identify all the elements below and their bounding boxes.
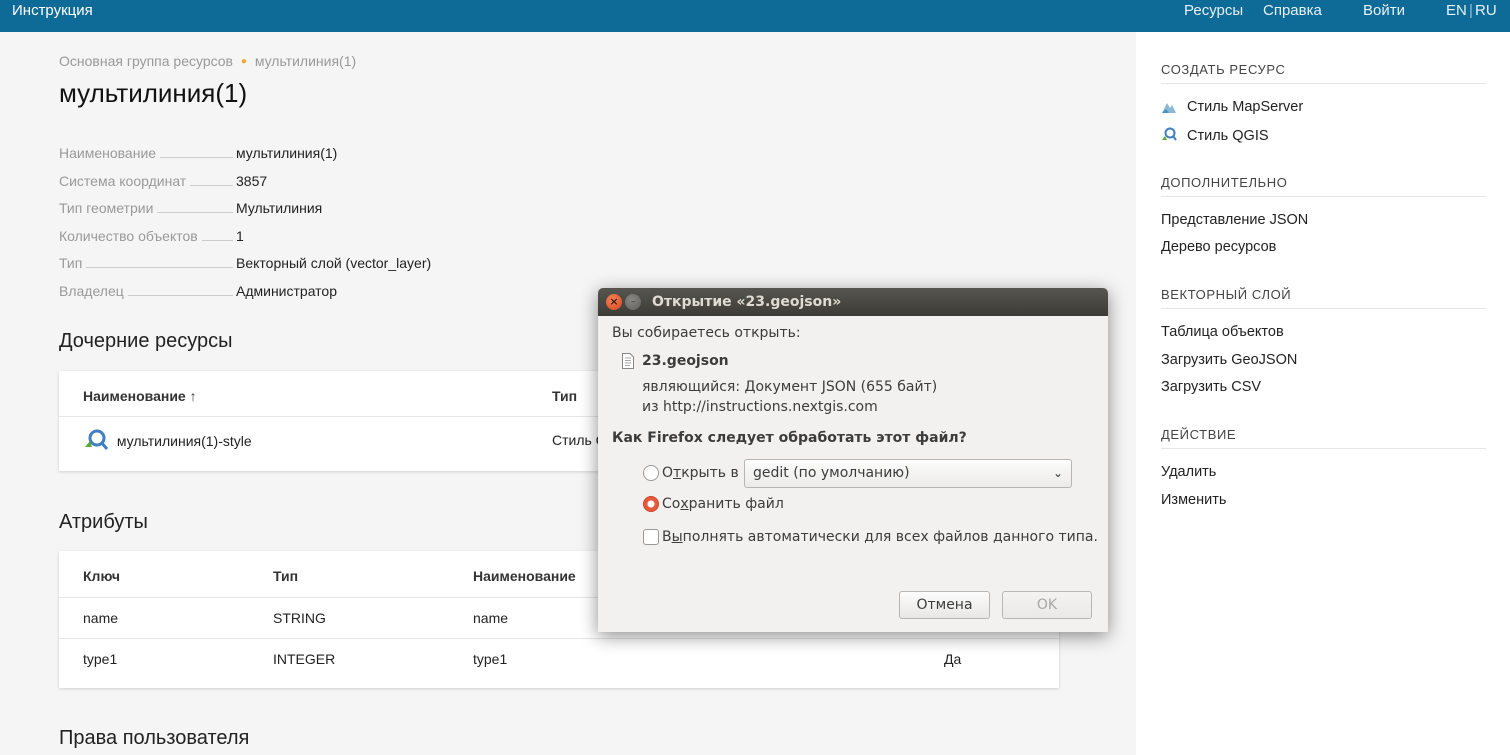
sidebar-heading-extra: ДОПОЛНИТЕЛЬНО [1161,175,1288,190]
dialog-filename: 23.geojson [642,353,729,369]
column-header-type[interactable]: Тип [552,388,577,404]
property-key: Тип [59,255,83,272]
sidebar-item-feature-table[interactable]: Таблица объектов [1161,324,1284,340]
property-row: Владелец Администратор [59,280,559,308]
table-row[interactable]: мультилиния(1)-style [83,429,252,454]
properties-list: Наименование мультилиния(1) Система коор… [59,142,559,308]
property-key: Владелец [59,282,124,299]
lang-separator: | [1469,2,1473,19]
auto-action-checkbox[interactable] [643,529,659,545]
property-value: Администратор [236,282,338,299]
table-cell-type: INTEGER [273,651,336,667]
breadcrumb: Основная группа ресурсов ● мультилиния(1… [59,53,356,69]
table-cell-key: name [83,610,119,626]
top-navbar: Инструкция Ресурсы Справка Войти EN | RU [0,0,1510,32]
open-with-radio[interactable] [643,465,659,481]
column-header-key: Ключ [83,568,120,584]
property-key: Тип геометрии [59,200,154,217]
property-key: Наименование [59,145,157,161]
permissions-heading: Права пользователя [59,727,250,749]
dialog-title: Открытие «23.geojson» [652,294,842,310]
sidebar-item-mapserver-style[interactable]: Стиль MapServer [1161,99,1303,118]
ok-button[interactable]: OK [1002,591,1092,619]
application-select[interactable]: gedit (по умолчанию) ⌄ [744,459,1072,488]
sort-asc-icon: ↑ [189,388,197,404]
column-header-type: Тип [273,568,299,584]
save-file-label[interactable]: Сохранить файл [662,496,784,512]
property-row: Наименование мультилиния(1) [59,142,559,170]
children-heading: Дочерние ресурсы [59,330,233,352]
sidebar: СОЗДАТЬ РЕСУРС Стиль MapServer Стиль QGI… [1136,32,1510,755]
table-cell-flag: Да [944,651,962,667]
column-header-name[interactable]: Наименование ↑ [83,388,197,404]
sidebar-item-json[interactable]: Представление JSON [1161,212,1308,228]
property-value: Векторный слой (vector_layer) [236,255,432,272]
lang-en[interactable]: EN [1446,2,1467,19]
nav-login[interactable]: Войти [1363,2,1405,19]
save-file-radio[interactable] [643,496,659,512]
sidebar-item-qgis-style[interactable]: Стиль QGIS [1161,127,1269,147]
property-row: Тип Векторный слой (vector_layer) [59,252,559,280]
sidebar-item-delete[interactable]: Удалить [1161,464,1216,480]
sidebar-item-upload-geojson[interactable]: Загрузить GeoJSON [1161,352,1297,368]
close-icon[interactable]: × [606,294,622,310]
lang-ru[interactable]: RU [1475,2,1497,19]
property-value: 1 [236,227,244,244]
table-cell-name: type1 [473,651,508,667]
file-icon [622,353,634,373]
sidebar-item-edit[interactable]: Изменить [1161,492,1226,508]
property-value: Мультилиния [236,200,323,217]
property-row: Тип геометрии Мультилиния [59,197,559,225]
nav-help[interactable]: Справка [1263,2,1322,19]
dialog-filetype: являющийся: Документ JSON (655 байт) [642,379,938,395]
breadcrumb-current: мультилиния(1) [254,53,357,69]
property-value: 3857 [236,172,268,189]
column-header-name: Наименование [473,568,576,584]
breadcrumb-dot: ● [240,56,247,67]
sidebar-heading-create: СОЗДАТЬ РЕСУРС [1161,62,1286,77]
qgis-icon [1161,127,1179,147]
nav-resources[interactable]: Ресурсы [1184,2,1243,19]
dialog-titlebar[interactable]: × – Открытие «23.geojson» [598,288,1108,316]
brand-title[interactable]: Инструкция [12,2,93,19]
property-key: Количество объектов [59,227,198,244]
qgis-style-icon [83,429,109,454]
sidebar-item-resource-tree[interactable]: Дерево ресурсов [1161,239,1276,255]
mapserver-icon [1161,100,1179,118]
breadcrumb-parent[interactable]: Основная группа ресурсов [59,53,233,69]
sidebar-heading-vector: ВЕКТОРНЫЙ СЛОЙ [1161,287,1292,302]
property-row: Количество объектов 1 [59,225,559,253]
open-with-label[interactable]: Открыть в [662,465,739,481]
property-value: мультилиния(1) [236,145,338,161]
attributes-heading: Атрибуты [59,511,148,533]
dialog-intro: Вы собираетесь открыть: [612,325,801,341]
dialog-question: Как Firefox следует обработать этот файл… [612,430,967,446]
cancel-button[interactable]: Отмена [899,591,990,619]
sidebar-item-upload-csv[interactable]: Загрузить CSV [1161,379,1261,395]
property-key: Система координат [59,172,187,189]
dialog-source: из http://instructions.nextgis.com [642,399,878,415]
minimize-icon[interactable]: – [625,294,641,310]
table-cell-name: name [473,610,509,626]
table-cell-type: STRING [273,610,326,626]
open-file-dialog: × – Открытие «23.geojson» Вы собираетесь… [598,288,1108,632]
chevron-down-icon: ⌄ [1052,466,1063,480]
property-row: Система координат 3857 [59,170,559,198]
auto-action-label[interactable]: Выполнять автоматически для всех файлов … [662,529,1098,545]
page-title: мультилиния(1) [59,78,248,108]
sidebar-heading-action: ДЕЙСТВИЕ [1161,427,1237,442]
table-cell-key: type1 [83,651,118,667]
